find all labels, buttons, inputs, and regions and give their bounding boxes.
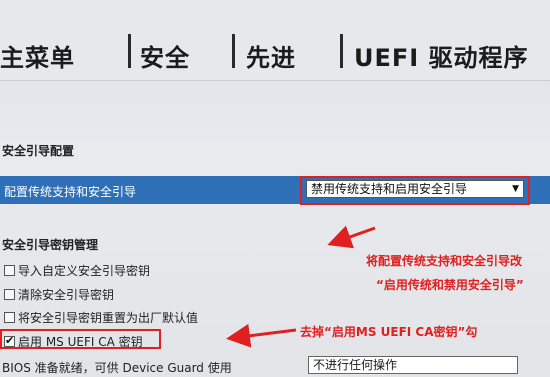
annotation-text: 将配置传统支持和安全引导改 bbox=[366, 254, 523, 268]
annotation-text: 去掉“启用MS UEFI CA密钥”勾 bbox=[300, 325, 478, 339]
arrow-ms-key bbox=[226, 323, 297, 348]
arrow-config bbox=[327, 225, 376, 249]
annotation-text: “启用传统和禁用安全引导” bbox=[376, 278, 524, 292]
annotation-arrows bbox=[226, 225, 376, 348]
